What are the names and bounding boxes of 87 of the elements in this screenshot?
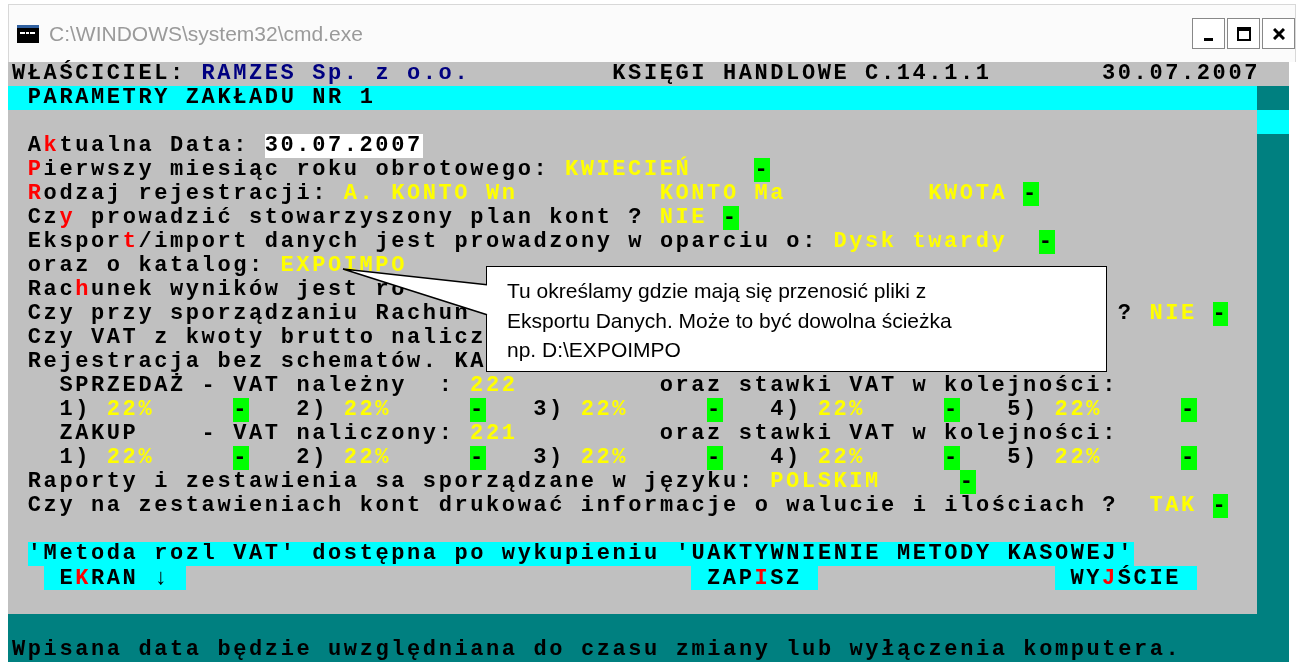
field-marker: - [1180,398,1197,422]
console-button[interactable]: ZAPISZ [691,566,818,590]
console-button[interactable]: WYJŚCIE [1054,566,1197,590]
scrollbar-thumb[interactable] [1257,110,1289,134]
window-title: C:\WINDOWS\system32\cmd.exe [49,21,363,46]
field-marker: - [722,206,739,230]
field-value[interactable]: 22% [580,446,629,470]
field-value[interactable]: 222 [470,374,518,398]
program-version: KSIĘGI HANDLOWE C.14.1.1 [612,62,992,86]
field-value[interactable]: 22% [1054,446,1102,470]
field-value[interactable]: 22% [1054,398,1102,422]
owner-name: RAMZES Sp. z o.o. [201,62,471,86]
field-marker: - [1038,230,1055,254]
field-label: 1) [59,398,91,422]
minimize-button[interactable] [1192,18,1225,49]
field-value[interactable]: KWOTA [928,182,1008,206]
field-value[interactable]: NIE [659,206,708,230]
callout-tooltip: Tu określamy gdzie mają się przenosić pliki z Eksportu Danych. Może to być dowolna ścieżka np. D:\EXPOIMPO [486,266,1107,372]
field-marker: - [233,398,249,422]
field-label: 3) [533,446,565,470]
owner-label: WŁAŚCICIEL: [12,62,186,86]
section-title: PARAMETRY ZAKŁADU NR 1 [8,86,1257,110]
field-label: 4) [770,398,802,422]
field-label: 4) [770,446,802,470]
field-value[interactable]: 22% [580,398,629,422]
field-value[interactable]: 22% [106,398,155,422]
header-date: 30.07.2007 [1102,62,1260,86]
field-value[interactable]: A. KONTO Wn [343,182,518,206]
field-value[interactable]: EXPOIMPO [280,254,407,278]
field-marker: - [233,446,249,470]
field-label: oraz o katalog: [27,254,265,278]
field-value[interactable]: NIE [1149,302,1197,326]
field-marker: - [754,158,771,182]
field-marker: - [1212,302,1229,326]
field-label: Pierwszy miesiąc roku obrotowego: [27,158,550,182]
field-marker: - [707,446,723,470]
field-marker: - [1180,446,1197,470]
field-label: ZAKUP - VAT naliczony: [59,422,455,446]
field-label: Aktualna Data: [27,134,249,158]
field-label: 5) [1007,446,1039,470]
field-label: SPRZEDAŻ - VAT należny : [59,374,455,398]
field-label: ? [1117,302,1134,326]
field-label: Rejestracja bez schematów. KA [27,350,486,374]
field-label: 2) [296,398,328,422]
field-label: Czy prowadzić stowarzyszony plan kont ? [27,206,644,230]
field-marker: - [470,446,486,470]
field-value[interactable]: KONTO Ma [659,182,787,206]
date-field[interactable]: 30.07.2007 [264,134,423,158]
field-label: Eksport/import danych jest prowadzony w oparciu o: [27,230,818,254]
maximize-icon [1236,26,1251,41]
field-value[interactable]: 22% [343,446,392,470]
close-icon [1272,27,1285,40]
field-value[interactable]: 22% [817,446,866,470]
field-label: Czy przy sporządzaniu Rachun [27,302,471,326]
field-value[interactable]: 22% [817,398,866,422]
field-marker: - [1023,182,1039,206]
field-value[interactable]: Dysk twardy [833,230,1008,254]
notice-banner: 'Metoda rozl VAT' dostępna po wykupieniu 'UAKTYWNIENIE METODY KASOWEJ' [27,542,1134,566]
field-marker: - [470,398,486,422]
field-label: Raporty i zestawienia sa sporządzane w języku: [27,470,755,494]
field-value[interactable]: TAK [1149,494,1197,518]
field-label: oraz stawki VAT w kolejności: [659,422,1118,446]
field-marker: - [944,446,960,470]
field-value[interactable]: POLSKIM [770,470,881,494]
field-label: 3) [533,398,565,422]
field-value[interactable]: 221 [470,422,518,446]
field-value[interactable]: 22% [106,446,155,470]
field-label: Rodzaj rejestracji: [27,182,328,206]
field-marker: - [707,398,723,422]
scrollbar[interactable] [1257,86,1289,614]
field-label: oraz stawki VAT w kolejności: [659,374,1118,398]
field-label: 1) [59,446,91,470]
status-text: Wpisana data będzie uwzględniana do czasu zmiany lub wyłączenia komputera. [12,638,1181,662]
minimize-icon [1204,37,1213,41]
field-marker: - [944,398,960,422]
field-label: 2) [296,446,328,470]
field-value[interactable]: 22% [343,398,392,422]
field-marker: - [959,470,976,494]
console-icon [17,24,39,43]
field-label: Czy VAT z kwoty brutto nalicz [27,326,486,350]
console-button[interactable]: EKRAN ↓ [43,566,186,590]
field-value[interactable]: KWIECIEŃ [564,158,692,182]
close-button[interactable] [1262,18,1295,49]
field-label: Czy na zestawieniach kont drukować informacje o walucie i ilościach ? [27,494,1118,518]
maximize-button[interactable] [1227,18,1260,49]
field-label: 5) [1007,398,1039,422]
field-marker: - [1212,494,1229,518]
